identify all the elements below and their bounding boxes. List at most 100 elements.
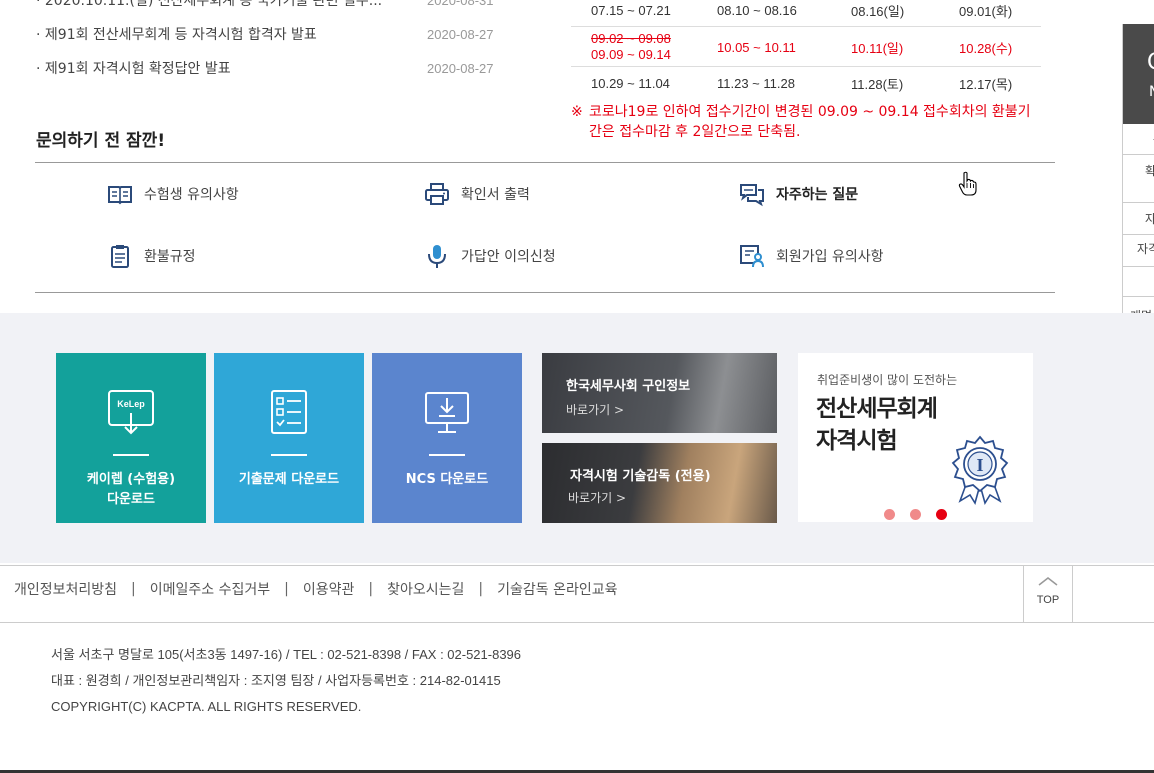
exam-date: 11.28(토)	[851, 77, 904, 92]
schedule-notice: ※ 코로나19로 인하여 접수기간이 변경된 09.09 ~ 09.14 접수회…	[571, 102, 1041, 142]
result-date: 10.28(수)	[959, 40, 1013, 56]
printer-icon	[425, 183, 449, 205]
slide-dot-3[interactable]	[936, 509, 947, 520]
tile-divider	[113, 454, 149, 456]
reg-period-old: 09.02 ~ 09.08	[591, 31, 671, 46]
banner-title: 자격시험 기술감독 (전용)	[570, 469, 711, 484]
notice-date: 2020-08-27	[427, 27, 494, 42]
badge-letter: I	[976, 455, 983, 475]
exam-reg-period: 11.23 ~ 11.28	[717, 76, 795, 91]
reg-period-new: 09.09 ~ 09.14	[591, 47, 671, 62]
divider	[1123, 234, 1154, 235]
divider	[1123, 202, 1154, 203]
reg-period: 07.15 ~ 07.21	[591, 3, 671, 18]
member-icon	[740, 245, 764, 268]
slide-dot-2[interactable]	[910, 509, 921, 520]
past-exam-download-tile[interactable]: 기출문제 다운로드	[214, 353, 364, 523]
footer-link-privacy[interactable]: 개인정보처리방침	[14, 579, 117, 599]
side-panel-item[interactable]: 확	[1145, 162, 1154, 179]
result-date: 12.17(목)	[959, 77, 1013, 92]
kelep-download-tile[interactable]: KeLep 케이렙 (수험용) 다운로드	[56, 353, 206, 523]
monitor-download-icon	[425, 392, 469, 433]
side-panel-head-small: N	[1149, 84, 1154, 100]
book-icon	[108, 186, 132, 205]
banner-link[interactable]: 바로가기 >	[566, 401, 624, 418]
footer-nav: 개인정보처리방침 | 이메일주소 수집거부 | 이용약관 | 찾아오시는길 | …	[0, 565, 1154, 623]
footer-link-terms[interactable]: 이용약관	[303, 579, 355, 599]
tile-label-line2: 다운로드	[107, 492, 155, 507]
hand-cursor-icon	[958, 171, 977, 196]
inquiry-box: 수험생 유의사항 확인서 출력 자주하는 질문 환불규정 가답안 이의신청 회원…	[35, 162, 1055, 293]
footer-link-directions[interactable]: 찾아오시는길	[387, 579, 464, 599]
table-row: 07.15 ~ 07.21 08.10 ~ 08.16 08.16(일) 09.…	[571, 0, 1041, 27]
note-text: 코로나19로 인하여 접수기간이 변경된 09.09 ~ 09.14 접수회차의…	[589, 104, 1031, 140]
side-panel-item[interactable]: 자	[1145, 210, 1154, 227]
promo-title: 전산세무회계 자격시험	[816, 393, 938, 457]
notice-item[interactable]: · 제91회 전산세무회계 등 자격시험 합격자 발표 2020-08-27	[36, 18, 506, 52]
footer-link-email-refusal[interactable]: 이메일주소 수집거부	[150, 579, 270, 599]
kelep-icon-text: KeLep	[117, 399, 145, 409]
notice-date: 2020-08-31	[427, 0, 494, 8]
reg-period-changed: 09.02 ~ 09.08 09.09 ~ 09.14	[591, 27, 671, 67]
link-refund-policy[interactable]: 환불규정	[107, 243, 196, 269]
link-label: 환불규정	[144, 249, 196, 265]
divider	[1123, 296, 1154, 297]
note-mark: ※	[571, 104, 583, 120]
notice-item[interactable]: · 제91회 자격시험 확정답안 발표 2020-08-27	[36, 52, 506, 86]
tile-label-line1: 케이렙 (수험용)	[86, 472, 176, 487]
separator: |	[368, 581, 374, 597]
notice-title[interactable]: · 제91회 자격시험 확정답안 발표	[36, 52, 231, 86]
notice-item[interactable]: · 2020.10.11.(일) 전산세무회계 등 국가기술 관련 필수... …	[36, 0, 506, 18]
side-panel-header: C N	[1123, 24, 1154, 124]
exam-schedule-table: 07.15 ~ 07.21 08.10 ~ 08.16 08.16(일) 09.…	[571, 0, 1041, 100]
result-date: 09.01(화)	[959, 4, 1013, 19]
inquiry-title: 문의하기 전 잠깐!	[36, 131, 166, 151]
notice-title[interactable]: · 2020.10.11.(일) 전산세무회계 등 국가기술 관련 필수...	[36, 0, 382, 18]
divider	[1123, 266, 1154, 267]
banner-link[interactable]: 바로가기 >	[568, 489, 626, 506]
microphone-icon	[428, 245, 446, 268]
promo-title-line1: 전산세무회계	[816, 396, 938, 422]
link-faq[interactable]: 자주하는 질문	[739, 181, 858, 207]
exam-reg-period: 08.10 ~ 08.16	[717, 3, 797, 18]
kelep-download-icon: KeLep	[108, 390, 154, 435]
separator: |	[478, 581, 484, 597]
link-label: 수험생 유의사항	[144, 187, 239, 203]
divider	[1123, 154, 1154, 155]
link-label: 가답안 이의신청	[461, 249, 556, 265]
top-label: TOP	[1036, 594, 1060, 606]
exam-supervisor-banner[interactable]: 자격시험 기술감독 (전용) 바로가기 >	[542, 443, 777, 523]
link-label: 확인서 출력	[461, 187, 530, 203]
footer-links: 개인정보처리방침 | 이메일주소 수집거부 | 이용약관 | 찾아오시는길 | …	[14, 579, 617, 599]
link-answer-objection[interactable]: 가답안 이의신청	[424, 243, 556, 269]
side-panel-item[interactable]: 자격	[1137, 240, 1154, 257]
checklist-icon	[271, 390, 307, 434]
company-representative: 대표 : 원경희 / 개인정보관리책임자 : 조지영 팀장 / 사업자등록번호 …	[51, 673, 501, 688]
slide-dot-1[interactable]	[884, 509, 895, 520]
chevron-up-icon	[1038, 577, 1058, 586]
notice-list: · 2020.10.11.(일) 전산세무회계 등 국가기술 관련 필수... …	[36, 0, 506, 86]
side-panel-head-big: C	[1147, 50, 1154, 75]
link-certificate-print[interactable]: 확인서 출력	[424, 181, 530, 207]
copyright: COPYRIGHT(C) KACPTA. ALL RIGHTS RESERVED…	[51, 699, 362, 714]
job-info-banner[interactable]: 한국세무사회 구인정보 바로가기 >	[542, 353, 777, 433]
company-address: 서울 서초구 명달로 105(서초3동 1497-16) / TEL : 02-…	[51, 647, 522, 662]
ncs-download-tile[interactable]: NCS 다운로드	[372, 353, 522, 523]
notice-title[interactable]: · 제91회 전산세무회계 등 자격시험 합격자 발표	[36, 18, 317, 52]
link-exam-notes[interactable]: 수험생 유의사항	[107, 181, 239, 207]
banner-title: 한국세무사회 구인정보	[566, 379, 691, 394]
chat-icon	[740, 184, 764, 207]
tile-label: 기출문제 다운로드	[238, 472, 340, 487]
scroll-top-button[interactable]: TOP	[1023, 566, 1073, 622]
promo-subtitle: 취업준비생이 많이 도전하는	[817, 373, 958, 387]
footer-link-online-training[interactable]: 기술감독 온라인교육	[497, 579, 617, 599]
link-signup-notes[interactable]: 회원가입 유의사항	[739, 243, 884, 269]
link-label: 회원가입 유의사항	[776, 249, 884, 265]
promo-slide[interactable]: 취업준비생이 많이 도전하는 전산세무회계 자격시험 I	[798, 353, 1033, 522]
table-row: 10.29 ~ 11.04 11.23 ~ 11.28 11.28(토) 12.…	[571, 67, 1041, 100]
tile-divider	[271, 454, 307, 456]
notice-date: 2020-08-27	[427, 61, 494, 76]
link-label: 자주하는 질문	[776, 187, 859, 203]
slide-pager	[884, 509, 947, 520]
promo-title-line2: 자격시험	[816, 428, 898, 454]
